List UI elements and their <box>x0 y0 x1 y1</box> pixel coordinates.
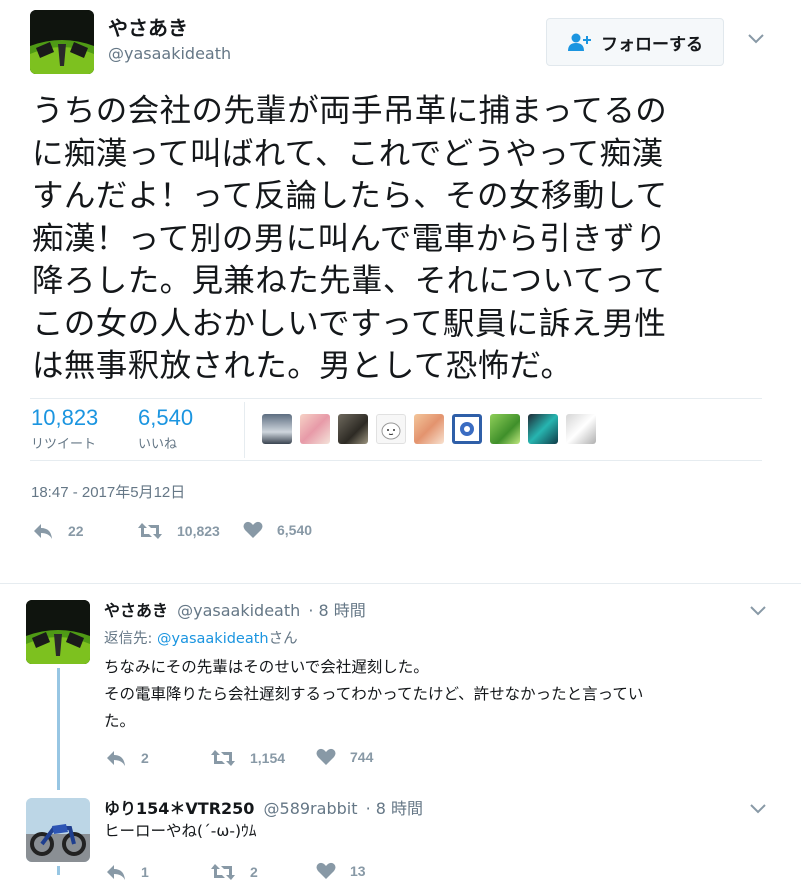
reply-icon <box>107 751 125 766</box>
tweet-text-line: は無事釈放された。男として恐怖だ。 <box>32 348 573 384</box>
reply-icon <box>34 524 52 539</box>
reply-count: 22 <box>68 523 84 539</box>
author-avatar[interactable] <box>30 10 94 74</box>
retweet-icon <box>211 864 235 880</box>
heart-icon <box>243 521 263 538</box>
reply-time[interactable]: · 8 時間 <box>366 799 423 818</box>
divider <box>30 398 762 399</box>
tweet-text-line: すんだよ！って反論したら、その女移動して <box>32 178 668 214</box>
like-stat-count: 6,540 <box>138 405 194 430</box>
retweet-icon <box>211 750 235 766</box>
chevron-down-icon[interactable] <box>747 30 765 49</box>
retweet-stat-count: 10,823 <box>31 405 99 430</box>
like-stat[interactable]: 6,540 いいね <box>138 405 193 452</box>
reply-to-suffix: さん <box>268 631 298 647</box>
author-handle[interactable]: @yasaakideath <box>108 44 231 63</box>
liker-avatar[interactable] <box>528 414 558 444</box>
section-divider <box>0 583 801 584</box>
reply-icon <box>107 865 125 880</box>
chevron-down-icon[interactable] <box>749 602 767 621</box>
retweet-count: 2 <box>250 864 258 880</box>
reply-time[interactable]: · 8 時間 <box>308 601 365 620</box>
retweet-stat-label: リツイート <box>31 437 97 452</box>
reply-text-line: その電車降りたら会社遅刻するってわかってたけど、許せなかったと言ってい <box>104 685 644 703</box>
retweet-icon <box>138 523 162 539</box>
liker-avatar[interactable] <box>262 414 292 444</box>
tweet-text-line: 降ろした。見兼ねた先輩、それについてって <box>32 263 666 299</box>
retweet-action[interactable]: 1,154 <box>210 748 285 768</box>
like-action[interactable]: 6,540 <box>243 521 312 539</box>
reply-text: ちなみにその先輩はそのせいで会社遅刻した。 その電車降りたら会社遅刻するってわか… <box>104 654 784 735</box>
like-stat-label: いいね <box>138 437 178 452</box>
reply-count: 1 <box>141 864 149 880</box>
reply-author-name[interactable]: やさあき <box>104 601 168 620</box>
reply-count: 2 <box>141 750 149 766</box>
author-name[interactable]: やさあき <box>108 12 188 41</box>
liker-avatar[interactable] <box>376 414 406 444</box>
like-action[interactable]: 13 <box>316 862 366 880</box>
like-count: 6,540 <box>277 522 313 538</box>
reply-text-line: た。 <box>104 712 136 730</box>
liker-avatar[interactable] <box>300 414 330 444</box>
thread-line <box>57 668 60 790</box>
follow-button-label: フォローする <box>601 34 703 55</box>
heart-icon <box>316 748 336 765</box>
retweet-stat[interactable]: 10,823 リツイート <box>31 405 98 452</box>
reply-to-link[interactable]: @yasaakideath <box>157 631 269 647</box>
liker-avatar[interactable] <box>566 414 596 444</box>
follow-button[interactable]: フォローする <box>546 18 724 66</box>
tweet-text-line: うちの会社の先輩が両手吊革に捕まってるの <box>32 93 668 129</box>
tweet-text-line: に痴漢って叫ばれて、これでどうやって痴漢 <box>32 135 664 172</box>
reply-author-handle[interactable]: @589rabbit <box>264 799 358 818</box>
reply-action[interactable]: 1 <box>105 862 149 882</box>
stats-divider <box>244 402 245 458</box>
reply-to-line: 返信先: @yasaakideathさん <box>104 627 298 648</box>
reply-header: ゆり154＊VTR250 @589rabbit · 8 時間 <box>104 795 423 819</box>
liker-avatar[interactable] <box>338 414 368 444</box>
reply-text: ヒーローやね(´-ω-)ｳﾑ <box>104 818 784 845</box>
retweet-action[interactable]: 10,823 <box>137 521 220 541</box>
reply-author-name[interactable]: ゆり154＊VTR250 <box>104 799 254 818</box>
thread-line <box>57 866 60 875</box>
reply-avatar[interactable] <box>26 798 90 862</box>
tweet-text: うちの会社の先輩が両手吊革に捕まってるの に痴漢って叫ばれて、これでどうやって痴… <box>32 90 792 388</box>
like-action[interactable]: 744 <box>316 748 373 766</box>
reply-action[interactable]: 22 <box>32 521 84 541</box>
tweet-timestamp[interactable]: 18:47 - 2017年5月12日 <box>31 481 185 502</box>
tweet-text-line: 痴漢！って別の男に叫んで電車から引きずり <box>32 220 667 257</box>
like-count: 744 <box>350 749 374 765</box>
tweet-text-line: この女の人おかしいですって駅員に訴え男性 <box>32 305 667 342</box>
reply-avatar[interactable] <box>26 600 90 664</box>
reply-action[interactable]: 2 <box>105 748 149 768</box>
retweet-count: 1,154 <box>250 750 286 766</box>
like-count: 13 <box>350 863 366 879</box>
retweet-count: 10,823 <box>177 523 220 539</box>
divider <box>30 460 762 461</box>
reply-header: やさあき @yasaakideath · 8 時間 <box>104 597 366 621</box>
heart-icon <box>316 862 336 879</box>
follow-user-icon <box>568 33 591 51</box>
reply-text-line: ヒーローやね(´-ω-)ｳﾑ <box>104 822 257 840</box>
reply-to-prefix: 返信先: <box>104 631 157 647</box>
retweet-action[interactable]: 2 <box>210 862 258 882</box>
reply-author-handle[interactable]: @yasaakideath <box>177 601 300 620</box>
liker-avatar[interactable] <box>452 414 482 444</box>
chevron-down-icon[interactable] <box>749 800 767 819</box>
reply-text-line: ちなみにその先輩はそのせいで会社遅刻した。 <box>104 658 429 676</box>
liker-avatar[interactable] <box>490 414 520 444</box>
liker-avatar[interactable] <box>414 414 444 444</box>
